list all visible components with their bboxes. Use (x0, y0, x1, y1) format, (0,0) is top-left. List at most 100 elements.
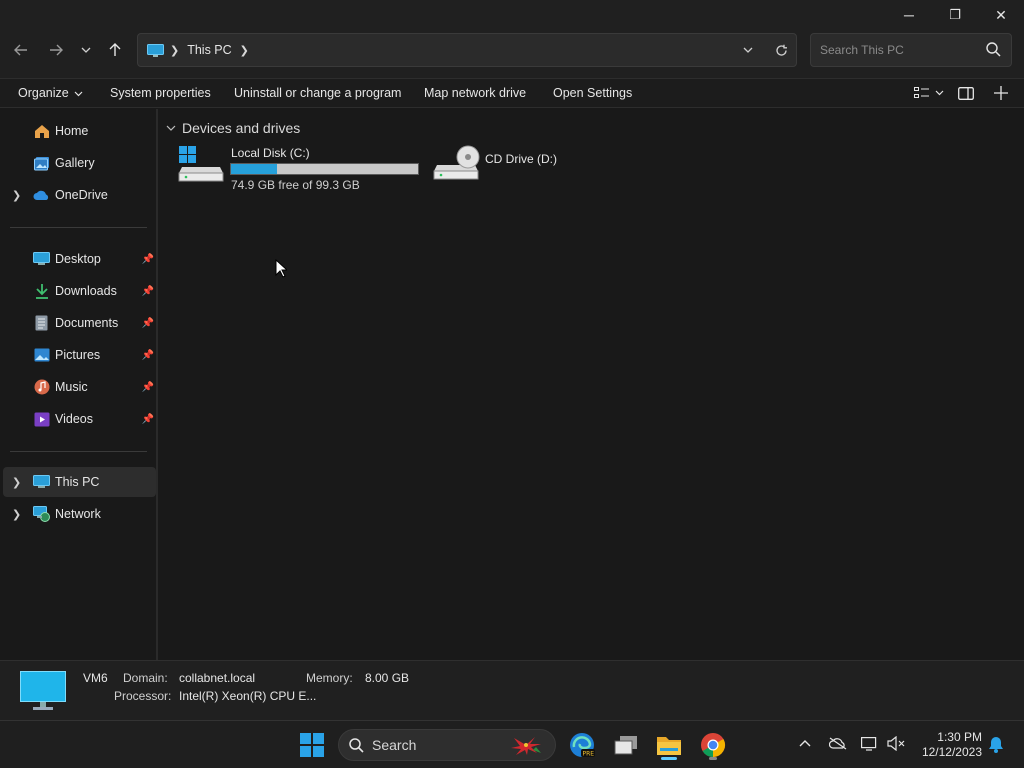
sidebar-item-gallery[interactable]: Gallery (3, 148, 156, 178)
taskbar-task-view[interactable] (610, 729, 642, 761)
maximize-button[interactable]: ❐ (932, 0, 978, 30)
group-header-devices[interactable]: Devices and drives (166, 120, 300, 136)
bell-icon (989, 737, 1003, 753)
view-controls (914, 79, 1024, 107)
preview-pane-icon (958, 86, 974, 100)
sidebar-item-documents[interactable]: Documents 📌 (3, 308, 156, 338)
view-options-button[interactable] (914, 87, 944, 99)
onedrive-tray-button[interactable] (828, 737, 847, 753)
volume-muted-icon (887, 735, 905, 752)
plus-icon (994, 86, 1008, 100)
sidebar-item-desktop[interactable]: Desktop 📌 (3, 244, 156, 274)
back-button[interactable] (10, 40, 32, 60)
taskbar-search[interactable]: Search (338, 729, 556, 761)
sidebar-item-label: Desktop (55, 252, 101, 266)
arrow-right-icon (50, 44, 63, 56)
sidebar-item-pictures[interactable]: Pictures 📌 (3, 340, 156, 370)
uninstall-program-button[interactable]: Uninstall or change a program (234, 86, 401, 100)
refresh-icon[interactable] (775, 44, 788, 57)
sidebar-item-label: Pictures (55, 348, 101, 362)
network-wired-icon (861, 737, 877, 751)
documents-icon (33, 315, 50, 332)
system-properties-button[interactable]: System properties (110, 86, 211, 100)
network-tray-button[interactable] (861, 737, 879, 754)
home-icon (33, 123, 50, 140)
start-button[interactable] (296, 729, 328, 761)
window-controls: ─ ❐ ✕ (886, 0, 1024, 30)
sidebar-item-network[interactable]: ❯ Network (3, 499, 156, 529)
command-bar: Organize System properties Uninstall or … (0, 78, 1024, 108)
drive-free-space: 74.9 GB free of 99.3 GB (231, 178, 360, 192)
recent-locations-button[interactable] (75, 40, 97, 60)
desktop-icon (33, 251, 50, 268)
svg-text:PRE: PRE (583, 751, 595, 758)
drive-item-d[interactable]: CD Drive (D:) (433, 139, 573, 195)
processor-value: Intel(R) Xeon(R) CPU E... (179, 689, 317, 703)
music-icon (33, 379, 50, 396)
navigation-pane: Home Gallery ❯ OneDrive Desktop 📌 Downlo… (0, 109, 158, 660)
domain-value: collabnet.local (179, 671, 256, 685)
chevron-right-icon[interactable]: ❯ (12, 189, 21, 202)
address-bar[interactable]: ❯ This PC ❯ (137, 33, 797, 67)
cd-drive-icon (433, 145, 480, 180)
sidebar-item-label: Videos (55, 412, 93, 426)
taskbar: Search PRE 1:30 PM 12/12/2023 (0, 720, 1024, 768)
taskbar-chrome[interactable] (697, 729, 729, 761)
sidebar-item-label: Documents (55, 316, 119, 330)
onedrive-icon (33, 187, 50, 204)
taskbar-file-explorer[interactable] (653, 729, 685, 761)
sidebar-item-label: Network (55, 507, 101, 521)
taskbar-search-label: Search (372, 737, 417, 753)
details-view-icon (914, 87, 929, 98)
sidebar-item-music[interactable]: Music 📌 (3, 372, 156, 402)
minimize-button[interactable]: ─ (886, 0, 932, 30)
sidebar-item-label: Downloads (55, 284, 117, 298)
show-hidden-icons-button[interactable] (799, 735, 811, 750)
windows-drive-icon (178, 146, 224, 182)
sidebar-item-videos[interactable]: Videos 📌 (3, 404, 156, 434)
taskbar-clock[interactable]: 1:30 PM 12/12/2023 (922, 730, 982, 760)
search-box[interactable] (810, 33, 1012, 67)
active-app-indicator (661, 757, 677, 760)
drive-name: Local Disk (C:) (231, 146, 310, 160)
memory-value: 8.00 GB (365, 671, 410, 685)
running-app-indicator (709, 757, 717, 760)
computer-name: VM6 (83, 671, 108, 685)
organize-menu[interactable]: Organize (18, 86, 83, 100)
clock-date: 12/12/2023 (921, 745, 982, 759)
new-tab-button[interactable] (994, 86, 1008, 100)
this-pc-icon (33, 474, 50, 491)
notifications-button[interactable] (988, 736, 1004, 756)
taskbar-edge-beta[interactable]: PRE (566, 729, 598, 761)
group-title: Devices and drives (182, 120, 301, 136)
sidebar-item-home[interactable]: Home (3, 116, 156, 146)
volume-tray-button[interactable] (887, 735, 905, 754)
close-button[interactable]: ✕ (978, 0, 1024, 30)
up-button[interactable] (104, 40, 126, 60)
task-view-icon (614, 736, 637, 755)
chevron-down-icon (74, 91, 83, 97)
map-network-drive-button[interactable]: Map network drive (424, 86, 526, 100)
search-icon[interactable] (986, 42, 1001, 57)
sidebar-item-label: OneDrive (55, 188, 108, 202)
windows-logo-icon (300, 733, 324, 757)
chrome-icon (701, 733, 726, 757)
drive-item-c[interactable]: Local Disk (C:) 74.9 GB free of 99.3 GB (178, 139, 438, 195)
chevron-down-icon (935, 90, 944, 96)
details-pane-button[interactable] (958, 86, 974, 100)
search-input[interactable] (820, 43, 980, 57)
forward-button[interactable] (45, 40, 67, 60)
network-icon (33, 506, 50, 523)
breadcrumb-chevron-icon[interactable]: ❯ (170, 44, 179, 57)
videos-icon (33, 411, 50, 428)
poinsettia-icon (511, 737, 541, 755)
address-history-dropdown-icon[interactable] (743, 47, 753, 53)
sidebar-item-downloads[interactable]: Downloads 📌 (3, 276, 156, 306)
sidebar-item-onedrive[interactable]: ❯ OneDrive (3, 180, 156, 210)
breadcrumb-this-pc[interactable]: This PC (187, 43, 231, 57)
sidebar-item-this-pc[interactable]: ❯ This PC (3, 467, 156, 497)
open-settings-button[interactable]: Open Settings (553, 86, 632, 100)
chevron-right-icon[interactable]: ❯ (12, 476, 21, 489)
chevron-right-icon[interactable]: ❯ (12, 508, 21, 521)
breadcrumb-chevron-icon[interactable]: ❯ (240, 44, 249, 57)
